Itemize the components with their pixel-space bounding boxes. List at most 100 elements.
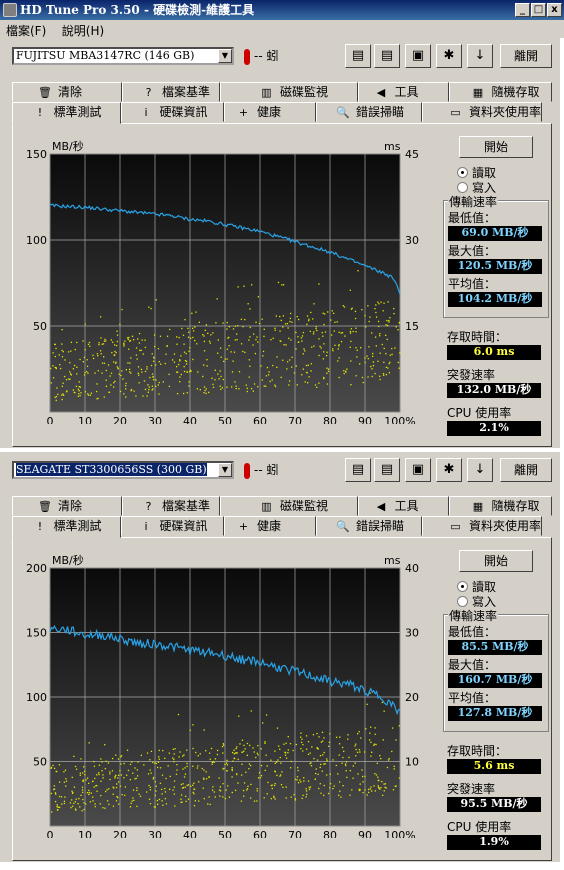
tab-benchmark[interactable]: ! 標準測試 bbox=[12, 102, 121, 124]
tab-benchmark[interactable]: ! 標準測試 bbox=[12, 516, 121, 538]
access-time-point bbox=[139, 349, 141, 352]
access-time-point bbox=[203, 350, 206, 352]
exit-button[interactable]: 離開 bbox=[500, 44, 552, 68]
start-button[interactable]: 開始 bbox=[459, 136, 533, 158]
access-time-point bbox=[316, 747, 318, 750]
access-time-point bbox=[391, 347, 393, 350]
tab-tools[interactable]: ◀ 工具 bbox=[358, 496, 449, 516]
access-time-point bbox=[289, 359, 291, 361]
download-button[interactable]: ↓ bbox=[467, 458, 493, 482]
access-time-point bbox=[375, 743, 377, 746]
tab-health[interactable]: + 健康 bbox=[224, 102, 316, 122]
access-time-point bbox=[162, 381, 165, 383]
access-time-point bbox=[132, 789, 135, 791]
access-time-point bbox=[81, 789, 84, 791]
access-time-point bbox=[63, 781, 66, 783]
copy-info-button[interactable]: ▤ bbox=[345, 458, 371, 482]
access-time-point bbox=[246, 789, 248, 791]
access-time-point bbox=[142, 395, 144, 397]
access-time-point bbox=[100, 794, 102, 797]
access-time-point bbox=[113, 344, 116, 346]
tab-disk-monitor[interactable]: ▥ 磁碟監視 bbox=[220, 496, 358, 516]
options-button[interactable]: ✱ bbox=[436, 458, 462, 482]
access-time-point bbox=[124, 340, 126, 342]
tab-error-scan[interactable]: 🔍 錯誤掃瞄 bbox=[316, 516, 422, 536]
access-time-point bbox=[342, 785, 344, 787]
access-time-point bbox=[296, 315, 298, 318]
access-time-point bbox=[82, 780, 84, 782]
access-time-point bbox=[313, 303, 315, 305]
tab-erase[interactable]: 🗑 清除 bbox=[12, 82, 122, 102]
tab-file-benchmark[interactable]: ? 檔案基準 bbox=[122, 496, 220, 516]
download-button[interactable]: ↓ bbox=[467, 44, 493, 68]
x-tick-label: 60 bbox=[253, 829, 267, 838]
tab-erase[interactable]: 🗑 清除 bbox=[12, 496, 122, 516]
tab-error-scan[interactable]: 🔍 錯誤掃瞄 bbox=[316, 102, 422, 122]
access-time-point bbox=[66, 391, 68, 393]
tab-file-benchmark[interactable]: ? 檔案基準 bbox=[122, 82, 220, 102]
save-button[interactable]: ▣ bbox=[405, 458, 431, 482]
tab-tools[interactable]: ◀ 工具 bbox=[358, 82, 449, 102]
access-time-point bbox=[157, 384, 159, 386]
access-time-point bbox=[63, 375, 66, 378]
access-time-point bbox=[216, 749, 219, 752]
exit-button[interactable]: 離開 bbox=[500, 458, 552, 482]
access-time-point bbox=[125, 396, 127, 398]
title-bar: HD Tune Pro 3.50 - 硬碟檢測-維護工具 _ □ x bbox=[0, 0, 564, 20]
save-button[interactable]: ▣ bbox=[405, 44, 431, 68]
access-time-point bbox=[85, 803, 87, 805]
access-time-point bbox=[129, 779, 132, 781]
chevron-down-icon[interactable]: ▼ bbox=[218, 49, 232, 63]
copy-info-button[interactable]: ▤ bbox=[345, 44, 371, 68]
access-time-point bbox=[249, 336, 251, 338]
access-time-point bbox=[337, 773, 339, 775]
access-time-point bbox=[300, 736, 302, 738]
x-tick-label: 60 bbox=[253, 415, 267, 424]
access-time-point bbox=[105, 369, 107, 372]
tab-disk-monitor[interactable]: ▥ 磁碟監視 bbox=[220, 82, 358, 102]
minimize-button[interactable]: _ bbox=[515, 3, 530, 17]
close-button[interactable]: x bbox=[547, 3, 562, 17]
tab-random-access[interactable]: ▦ 隨機存取 bbox=[449, 82, 552, 102]
access-time-point bbox=[241, 739, 244, 741]
access-time-point bbox=[187, 784, 190, 786]
access-time-point bbox=[93, 786, 95, 788]
copy-screenshot-button[interactable]: ▤ bbox=[374, 458, 400, 482]
access-time-point bbox=[385, 324, 387, 326]
tab-disk-info[interactable]: i 硬碟資訊 bbox=[121, 102, 224, 122]
tab-random-access[interactable]: ▦ 隨機存取 bbox=[449, 496, 552, 516]
start-button[interactable]: 開始 bbox=[459, 550, 533, 572]
access-time-point bbox=[90, 392, 93, 394]
chevron-down-icon[interactable]: ▼ bbox=[218, 463, 232, 477]
options-button[interactable]: ✱ bbox=[436, 44, 462, 68]
access-time-point bbox=[300, 337, 303, 339]
access-time-point bbox=[202, 787, 204, 789]
access-time-point bbox=[136, 358, 138, 360]
drive-select[interactable]: FUJITSU MBA3147RC (146 GB) ▼ bbox=[12, 47, 234, 65]
access-time-point bbox=[388, 319, 390, 322]
access-time-point bbox=[326, 774, 328, 776]
access-time-point bbox=[323, 784, 325, 787]
access-time-point bbox=[172, 757, 174, 759]
maximize-button[interactable]: □ bbox=[531, 3, 546, 17]
tab-health[interactable]: + 健康 bbox=[224, 516, 316, 536]
drive-select[interactable]: SEAGATE ST3300656SS (300 GB) ▼ bbox=[12, 461, 234, 479]
access-time-point bbox=[199, 389, 201, 391]
tab-folder-usage[interactable]: ▭ 資料夾使用率 bbox=[422, 516, 542, 536]
access-time-point bbox=[319, 755, 322, 757]
access-time-point bbox=[93, 765, 96, 767]
tab-folder-usage[interactable]: ▭ 資料夾使用率 bbox=[422, 102, 542, 122]
copy-screenshot-button[interactable]: ▤ bbox=[374, 44, 400, 68]
access-time-point bbox=[306, 372, 308, 374]
access-time-point bbox=[301, 340, 303, 342]
access-time-point bbox=[80, 794, 82, 796]
access-time-point bbox=[398, 725, 400, 727]
access-time-point bbox=[333, 330, 335, 332]
max-label: 最大值： bbox=[448, 658, 497, 672]
access-time-point bbox=[51, 811, 53, 813]
access-time-point bbox=[236, 333, 238, 335]
tab-disk-info[interactable]: i 硬碟資訊 bbox=[121, 516, 224, 536]
access-time-point bbox=[231, 767, 233, 769]
window-title: HD Tune Pro 3.50 - 硬碟檢測-維護工具 bbox=[20, 3, 255, 17]
grid-icon: ▦ bbox=[472, 500, 484, 513]
